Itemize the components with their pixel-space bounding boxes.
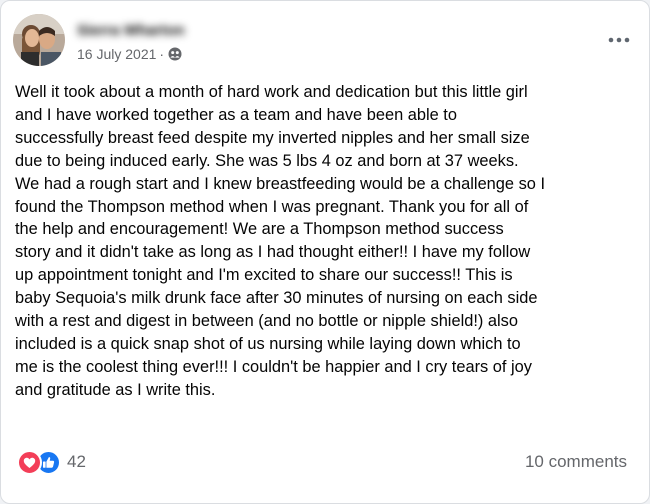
- friends-icon[interactable]: [168, 47, 182, 61]
- reaction-count[interactable]: 42: [67, 452, 86, 472]
- reaction-icons: [17, 448, 63, 476]
- more-options-icon: [608, 37, 630, 43]
- post-card: Sierra Wharton 16 July 2021 · Well it to…: [0, 0, 650, 504]
- comments-count[interactable]: 10 comments: [525, 452, 627, 472]
- avatar-photo: [13, 14, 65, 66]
- post-footer: 42 10 comments: [17, 447, 627, 477]
- meta-separator: ·: [159, 46, 165, 62]
- heart-icon: [17, 450, 42, 475]
- author-name[interactable]: Sierra Wharton: [77, 22, 227, 40]
- post-header: Sierra Wharton 16 July 2021 ·: [13, 14, 637, 70]
- post-date[interactable]: 16 July 2021: [77, 46, 156, 62]
- post-text: Well it took about a month of hard work …: [15, 83, 546, 399]
- avatar[interactable]: [13, 14, 65, 66]
- more-options-button[interactable]: [603, 30, 635, 50]
- reactions-summary[interactable]: 42: [17, 448, 86, 476]
- post-meta: 16 July 2021 ·: [77, 46, 182, 62]
